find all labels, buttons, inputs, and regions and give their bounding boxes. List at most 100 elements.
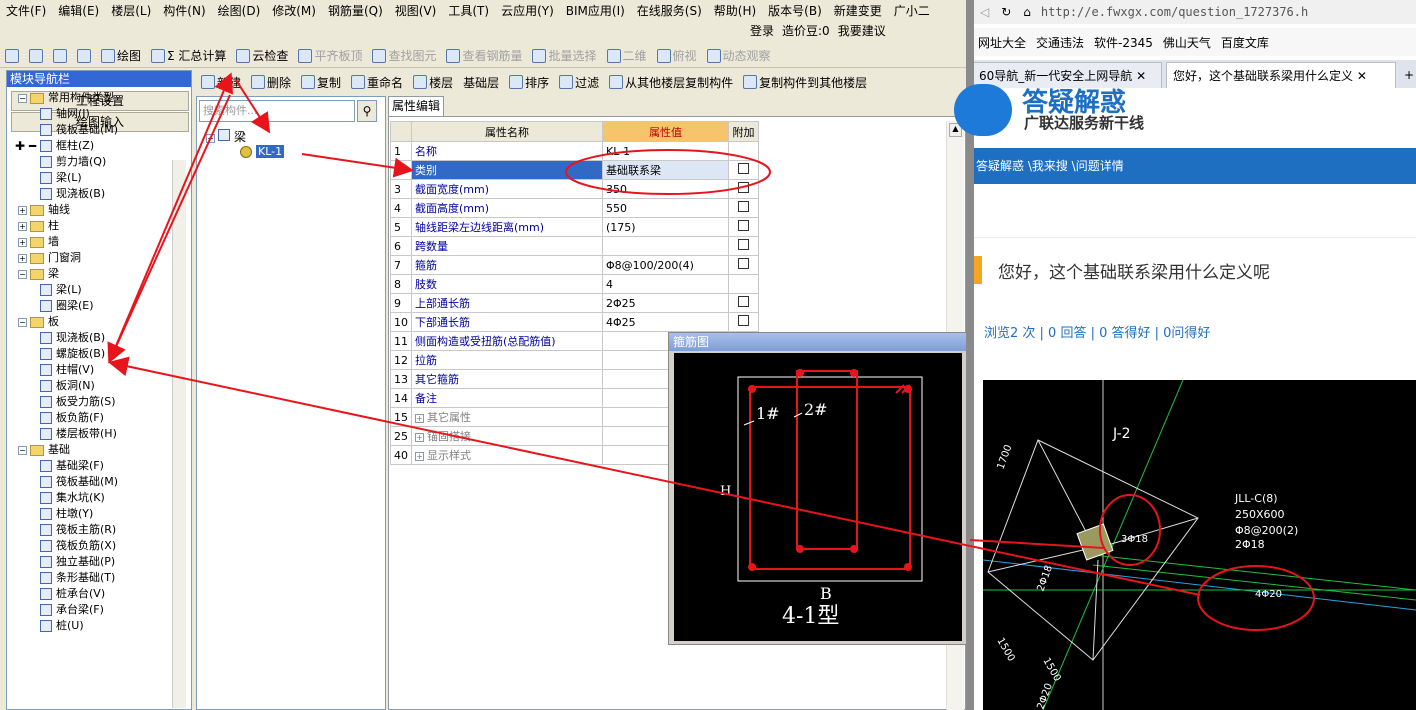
tree-item[interactable]: 板洞(N) bbox=[6, 378, 118, 394]
toolbar-item-3[interactable]: 平齐板顶 bbox=[293, 47, 367, 64]
extra-checkbox[interactable] bbox=[738, 239, 749, 250]
tree-item[interactable]: 桩(U) bbox=[6, 618, 118, 634]
tree-item[interactable]: + 墙 bbox=[6, 234, 118, 250]
menu-item-5[interactable]: 修改(M) bbox=[266, 2, 322, 19]
property-value[interactable]: 4 bbox=[602, 274, 729, 294]
expand-icon[interactable]: − bbox=[18, 269, 27, 279]
tree-item[interactable]: 集水坑(K) bbox=[6, 490, 118, 506]
component-toolbar-item-6[interactable]: 排序 bbox=[504, 74, 554, 91]
tree-item[interactable]: 条形基础(T) bbox=[6, 570, 118, 586]
bookmark-3[interactable]: 佛山天气 bbox=[1163, 34, 1211, 51]
extra-checkbox[interactable] bbox=[738, 258, 749, 269]
menu-item-2[interactable]: 楼层(L) bbox=[105, 2, 157, 19]
tree-item[interactable]: 框柱(Z) bbox=[6, 138, 118, 154]
tree-node-kl1[interactable]: KL-1 bbox=[240, 145, 285, 158]
bookmark-1[interactable]: 交通违法 bbox=[1036, 34, 1084, 51]
tree-item[interactable]: − 梁 bbox=[6, 266, 118, 282]
question-stats[interactable]: 浏览2 次 | 0 回答 | 0 答得好 | 0问得好 bbox=[984, 322, 1210, 341]
toolbar-item-5[interactable]: 查看钢筋量 bbox=[441, 47, 527, 64]
menu-item-8[interactable]: 工具(T) bbox=[442, 2, 495, 19]
component-toolbar-item-0[interactable]: 新建 bbox=[196, 74, 246, 91]
tree-item[interactable]: 筏板基础(M) bbox=[6, 474, 118, 490]
toolbar-item-2[interactable]: 云检查 bbox=[231, 47, 293, 64]
back-icon[interactable]: ◁ bbox=[974, 5, 995, 19]
property-row[interactable]: 1 名称 KL-1 bbox=[390, 141, 759, 161]
tree-item[interactable]: + 轴线 bbox=[6, 202, 118, 218]
extra-checkbox[interactable] bbox=[738, 163, 749, 174]
nav-scrollbar[interactable] bbox=[172, 160, 186, 708]
property-row[interactable]: 2 类别 基础联系梁 bbox=[390, 160, 759, 180]
menu-item-9[interactable]: 云应用(Y) bbox=[495, 2, 560, 19]
home-icon[interactable]: ⌂ bbox=[1017, 5, 1037, 19]
login-link[interactable]: 登录 bbox=[750, 22, 774, 39]
expand-icon[interactable]: + bbox=[18, 237, 27, 247]
new-file-icon[interactable] bbox=[0, 48, 24, 63]
bookmark-0[interactable]: 网址大全 bbox=[978, 34, 1026, 51]
property-row[interactable]: 3 截面宽度(mm) 350 bbox=[390, 179, 759, 199]
property-row[interactable]: 7 箍筋 Φ8@100/200(4) bbox=[390, 255, 759, 275]
tree-item[interactable]: 筏板主筋(R) bbox=[6, 522, 118, 538]
expand-icon[interactable]: + bbox=[18, 253, 27, 263]
property-row[interactable]: 6 跨数量 bbox=[390, 236, 759, 256]
toolbar-item-4[interactable]: 查找图元 bbox=[367, 47, 441, 64]
toolbar-item-9[interactable]: 动态观察 bbox=[702, 47, 776, 64]
undo-icon[interactable] bbox=[72, 48, 96, 63]
search-input[interactable]: 搜索构件... bbox=[199, 100, 355, 122]
property-value[interactable]: 350 bbox=[602, 179, 729, 199]
property-value[interactable]: 基础联系梁 bbox=[602, 160, 729, 180]
tree-item[interactable]: 板受力筋(S) bbox=[6, 394, 118, 410]
property-value[interactable]: 550 bbox=[602, 198, 729, 218]
component-toolbar-item-7[interactable]: 过滤 bbox=[554, 74, 604, 91]
toolbar-item-8[interactable]: 俯视 bbox=[652, 47, 702, 64]
menu-item-0[interactable]: 文件(F) bbox=[0, 2, 52, 19]
bookmark-4[interactable]: 百度文库 bbox=[1221, 34, 1269, 51]
property-row[interactable]: 9 上部通长筋 2Φ25 bbox=[390, 293, 759, 313]
tree-item[interactable]: + 柱 bbox=[6, 218, 118, 234]
tree-node-beam[interactable]: − 梁 bbox=[206, 128, 246, 145]
save-icon[interactable] bbox=[48, 48, 72, 63]
toolbar-item-7[interactable]: 二维 bbox=[602, 47, 652, 64]
tree-item[interactable]: 柱帽(V) bbox=[6, 362, 118, 378]
property-value[interactable]: KL-1 bbox=[602, 141, 729, 161]
property-value[interactable]: Φ8@100/200(4) bbox=[602, 255, 729, 275]
tree-item[interactable]: − 基础 bbox=[6, 442, 118, 458]
component-toolbar-item-1[interactable]: 删除 bbox=[246, 74, 296, 91]
tree-item[interactable]: 板负筋(F) bbox=[6, 410, 118, 426]
menu-item-13[interactable]: 版本号(B) bbox=[762, 2, 828, 19]
bookmark-2[interactable]: 软件-2345 bbox=[1094, 34, 1153, 51]
expand-icon[interactable]: + bbox=[18, 205, 27, 215]
menu-item-1[interactable]: 编辑(E) bbox=[52, 2, 105, 19]
refresh-icon[interactable]: ↻ bbox=[995, 5, 1017, 19]
tab-property-edit[interactable]: 属性编辑 bbox=[388, 96, 444, 116]
tree-item[interactable]: 梁(L) bbox=[6, 282, 118, 298]
menu-item-11[interactable]: 在线服务(S) bbox=[631, 2, 708, 19]
tree-item[interactable]: 筏板基础(M) bbox=[6, 122, 118, 138]
menu-item-7[interactable]: 视图(V) bbox=[389, 2, 443, 19]
component-toolbar-item-3[interactable]: 重命名 bbox=[346, 74, 408, 91]
tree-item[interactable]: 独立基础(P) bbox=[6, 554, 118, 570]
tree-item[interactable]: 现浇板(B) bbox=[6, 330, 118, 346]
tree-item[interactable]: 承台梁(F) bbox=[6, 602, 118, 618]
tree-item[interactable]: 现浇板(B) bbox=[6, 186, 118, 202]
tree-item[interactable]: 桩承台(V) bbox=[6, 586, 118, 602]
tab-question[interactable]: 您好，这个基础联系梁用什么定义 ✕ bbox=[1166, 62, 1396, 88]
expand-icon[interactable]: + bbox=[18, 221, 27, 231]
menu-item-3[interactable]: 构件(N) bbox=[157, 2, 211, 19]
tree-item[interactable]: 基础梁(F) bbox=[6, 458, 118, 474]
tree-item[interactable]: 梁(L) bbox=[6, 170, 118, 186]
component-toolbar-item-9[interactable]: 复制构件到其他楼层 bbox=[738, 74, 872, 91]
toolbar-item-1[interactable]: Σ 汇总计算 bbox=[146, 47, 231, 64]
expand-icon[interactable]: − bbox=[18, 93, 27, 103]
tree-item[interactable]: − 常用构件类型 bbox=[6, 90, 118, 106]
expand-icon[interactable]: + bbox=[415, 452, 424, 461]
toolbar-item-6[interactable]: 批量选择 bbox=[527, 47, 601, 64]
property-row[interactable]: 5 轴线距梁左边线距离(mm) (175) bbox=[390, 217, 759, 237]
tree-item[interactable]: + 门窗洞 bbox=[6, 250, 118, 266]
property-value[interactable]: (175) bbox=[602, 217, 729, 237]
suggest-link[interactable]: 我要建议 bbox=[838, 22, 886, 39]
extra-checkbox[interactable] bbox=[738, 220, 749, 231]
extra-checkbox[interactable] bbox=[738, 182, 749, 193]
expand-icon[interactable]: + bbox=[415, 414, 424, 423]
menu-item-12[interactable]: 帮助(H) bbox=[708, 2, 762, 19]
extra-checkbox[interactable] bbox=[738, 315, 749, 326]
